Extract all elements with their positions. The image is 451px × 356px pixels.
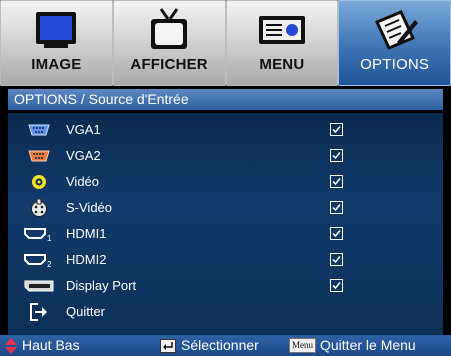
source-label: HDMI2 (66, 252, 107, 267)
projector-icon (227, 7, 338, 53)
osd-menu: IMAGE AFFICHER MENU OPTIONS OPTIONS / So… (0, 0, 451, 356)
breadcrumb: OPTIONS / Source d'Entrée (8, 89, 443, 110)
source-label: S-Vidéo (66, 200, 113, 215)
checkbox-hdmi2[interactable] (330, 253, 343, 266)
tab-menu[interactable]: MENU (225, 0, 339, 86)
menu-key-icon: Menu (289, 338, 316, 353)
vga-port-blue-icon (24, 120, 54, 140)
select-hint-label: Sélectionner (181, 337, 259, 353)
tab-bar: IMAGE AFFICHER MENU OPTIONS (0, 0, 451, 86)
up-down-arrows-icon (5, 337, 17, 354)
tab-afficher[interactable]: AFFICHER (112, 0, 226, 86)
checkbox-vga1[interactable] (330, 123, 343, 136)
checkbox-video[interactable] (330, 175, 343, 188)
source-label: Display Port (66, 278, 137, 293)
tab-menu-label: MENU (259, 56, 305, 73)
exit-label: Quitter (66, 304, 106, 319)
tab-image-label: IMAGE (31, 56, 82, 73)
checkbox-displayport[interactable] (330, 279, 343, 292)
tab-options-label: OPTIONS (360, 56, 430, 73)
help-bar: Haut Bas Sélectionner Menu Quitter le Me… (0, 335, 451, 356)
source-label: HDMI1 (66, 226, 107, 241)
source-label: VGA1 (66, 122, 101, 137)
exit-row[interactable]: Quitter (8, 299, 443, 325)
source-label: Vidéo (66, 174, 100, 189)
source-row-hdmi1[interactable]: 1 HDMI1 (8, 221, 443, 247)
nav-hint: Haut Bas (5, 335, 80, 356)
enter-key-icon (160, 338, 176, 353)
select-hint: Sélectionner (160, 335, 259, 356)
tv-icon (114, 7, 225, 53)
exit-arrow-icon (24, 302, 54, 322)
vga-port-orange-icon (24, 146, 54, 166)
checkbox-svideo[interactable] (330, 201, 343, 214)
checkbox-vga2[interactable] (330, 149, 343, 162)
svg-text:1: 1 (47, 234, 52, 242)
menu-exit-hint-label: Quitter le Menu (320, 337, 416, 353)
svideo-connector-icon (24, 198, 54, 218)
tab-image[interactable]: IMAGE (0, 0, 113, 86)
source-row-svideo[interactable]: S-Vidéo (8, 195, 443, 221)
source-row-displayport[interactable]: Display Port (8, 273, 443, 299)
source-row-video[interactable]: Vidéo (8, 169, 443, 195)
checkbox-hdmi1[interactable] (330, 227, 343, 240)
tab-afficher-label: AFFICHER (130, 56, 208, 73)
tab-options[interactable]: OPTIONS (338, 0, 451, 86)
hdmi-port-2-icon: 2 (24, 250, 54, 270)
source-row-vga1[interactable]: VGA1 (8, 117, 443, 143)
source-row-hdmi2[interactable]: 2 HDMI2 (8, 247, 443, 273)
source-label: VGA2 (66, 148, 101, 163)
hdmi-port-1-icon: 1 (24, 224, 54, 244)
rca-jack-icon (24, 172, 54, 192)
source-list: VGA1 VGA2 Vidéo S-Vidéo 1 HDMI1 2 HDMI2 … (8, 113, 443, 335)
displayport-icon (24, 276, 54, 296)
source-row-vga2[interactable]: VGA2 (8, 143, 443, 169)
settings-pencil-icon (339, 7, 450, 53)
nav-hint-label: Haut Bas (22, 337, 80, 353)
menu-exit-hint: Menu Quitter le Menu (289, 335, 416, 356)
monitor-icon (1, 7, 112, 53)
svg-text:2: 2 (47, 260, 52, 268)
